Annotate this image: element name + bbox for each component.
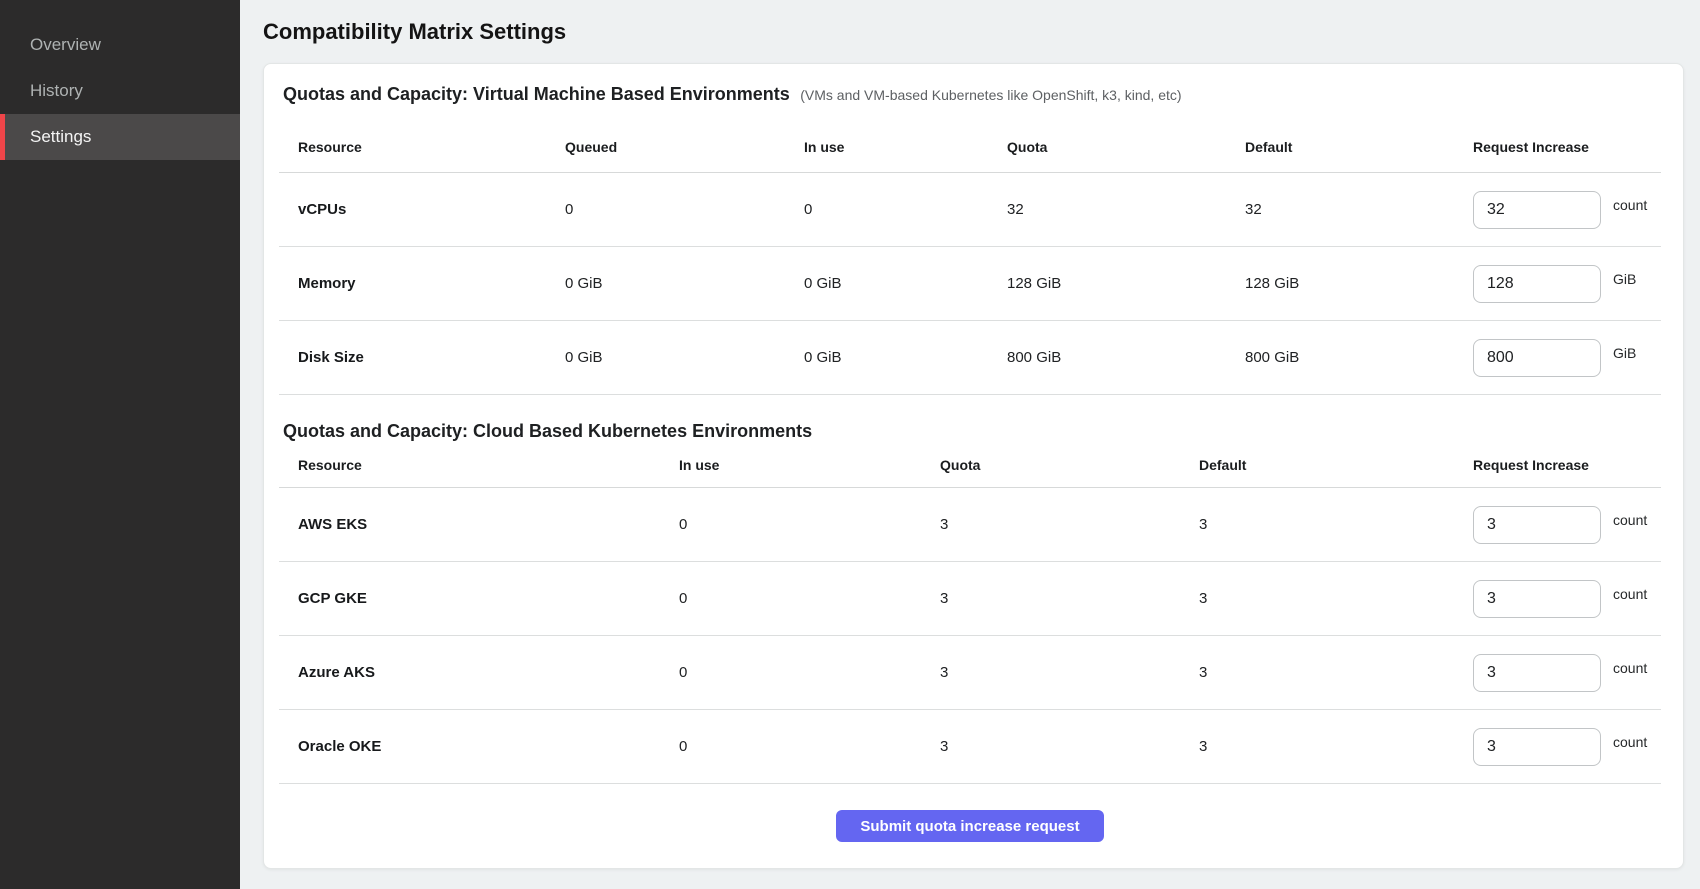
quota-cell: 3 [940,738,1199,755]
default-cell: 128 GiB [1245,275,1473,292]
column-header-resource: Resource [298,457,679,473]
in-use-cell: 0 [679,590,940,607]
default-cell: 3 [1199,664,1473,681]
unit-label: count [1613,586,1647,602]
cloud-section-title: Quotas and Capacity: Cloud Based Kuberne… [279,421,1661,442]
cloud-table-header: Resource In use Quota Default Request In… [279,442,1661,488]
resource-cell: Azure AKS [298,664,679,681]
unit-label: GiB [1613,271,1636,287]
unit-label: GiB [1613,345,1636,361]
column-header-quota: Quota [1007,139,1245,155]
default-cell: 3 [1199,738,1473,755]
sidebar-nav: Overview History Settings [0,22,240,160]
column-header-default: Default [1199,457,1473,473]
request-increase-input[interactable] [1473,506,1601,544]
resource-cell: Oracle OKE [298,738,679,755]
sidebar-item-history[interactable]: History [0,68,240,114]
table-row-oracle-oke: Oracle OKE 0 3 3 count [279,710,1661,784]
request-increase-input[interactable] [1473,654,1601,692]
quota-cell: 3 [940,516,1199,533]
column-header-request-increase: Request Increase [1473,139,1661,155]
request-increase-cell: count [1473,654,1661,692]
in-use-cell: 0 [679,738,940,755]
submit-button-row: Submit quota increase request [279,810,1661,842]
page-title: Compatibility Matrix Settings [263,18,1684,46]
resource-cell: vCPUs [298,201,565,218]
in-use-cell: 0 [804,201,1007,218]
in-use-cell: 0 [679,664,940,681]
column-header-in-use: In use [679,457,940,473]
quota-cell: 32 [1007,201,1245,218]
request-increase-input[interactable] [1473,339,1601,377]
request-increase-cell: count [1473,506,1661,544]
sidebar: Overview History Settings [0,0,240,889]
unit-label: count [1613,512,1647,528]
request-increase-input[interactable] [1473,191,1601,229]
in-use-cell: 0 [679,516,940,533]
request-increase-cell: GiB [1473,339,1661,377]
quota-settings-card: Quotas and Capacity: Virtual Machine Bas… [263,63,1684,869]
vm-table-header: Resource Queued In use Quota Default Req… [279,121,1661,173]
request-increase-input[interactable] [1473,265,1601,303]
column-header-in-use: In use [804,139,1007,155]
vm-section-title: Quotas and Capacity: Virtual Machine Bas… [283,84,790,104]
cloud-quota-table: Resource In use Quota Default Request In… [279,442,1661,784]
request-increase-input[interactable] [1473,580,1601,618]
table-row-gcp-gke: GCP GKE 0 3 3 count [279,562,1661,636]
request-increase-cell: count [1473,728,1661,766]
table-row-azure-aks: Azure AKS 0 3 3 count [279,636,1661,710]
unit-label: count [1613,197,1647,213]
quota-cell: 800 GiB [1007,349,1245,366]
resource-cell: AWS EKS [298,516,679,533]
vm-section-subtitle: (VMs and VM-based Kubernetes like OpenSh… [800,87,1181,103]
quota-cell: 3 [940,590,1199,607]
default-cell: 3 [1199,590,1473,607]
in-use-cell: 0 GiB [804,349,1007,366]
column-header-request-increase: Request Increase [1473,457,1661,473]
column-header-resource: Resource [298,139,565,155]
queued-cell: 0 GiB [565,275,804,292]
resource-cell: Memory [298,275,565,292]
quota-cell: 128 GiB [1007,275,1245,292]
sidebar-item-label: Overview [30,35,101,55]
in-use-cell: 0 GiB [804,275,1007,292]
vm-section-header: Quotas and Capacity: Virtual Machine Bas… [279,84,1661,105]
table-row-vcpus: vCPUs 0 0 32 32 count [279,173,1661,247]
table-row-disk-size: Disk Size 0 GiB 0 GiB 800 GiB 800 GiB Gi… [279,321,1661,395]
vm-quota-table: Resource Queued In use Quota Default Req… [279,121,1661,395]
sidebar-item-label: Settings [30,127,91,147]
unit-label: count [1613,660,1647,676]
request-increase-input[interactable] [1473,728,1601,766]
request-increase-cell: count [1473,580,1661,618]
unit-label: count [1613,734,1647,750]
sidebar-item-overview[interactable]: Overview [0,22,240,68]
queued-cell: 0 [565,201,804,218]
quota-cell: 3 [940,664,1199,681]
request-increase-cell: GiB [1473,265,1661,303]
default-cell: 32 [1245,201,1473,218]
resource-cell: GCP GKE [298,590,679,607]
sidebar-item-label: History [30,81,83,101]
column-header-quota: Quota [940,457,1199,473]
column-header-default: Default [1245,139,1473,155]
main-content: Compatibility Matrix Settings Quotas and… [240,0,1700,889]
submit-quota-increase-button[interactable]: Submit quota increase request [836,810,1103,842]
queued-cell: 0 GiB [565,349,804,366]
sidebar-item-settings[interactable]: Settings [0,114,240,160]
resource-cell: Disk Size [298,349,565,366]
request-increase-cell: count [1473,191,1661,229]
table-row-aws-eks: AWS EKS 0 3 3 count [279,488,1661,562]
column-header-queued: Queued [565,139,804,155]
default-cell: 800 GiB [1245,349,1473,366]
table-row-memory: Memory 0 GiB 0 GiB 128 GiB 128 GiB GiB [279,247,1661,321]
default-cell: 3 [1199,516,1473,533]
